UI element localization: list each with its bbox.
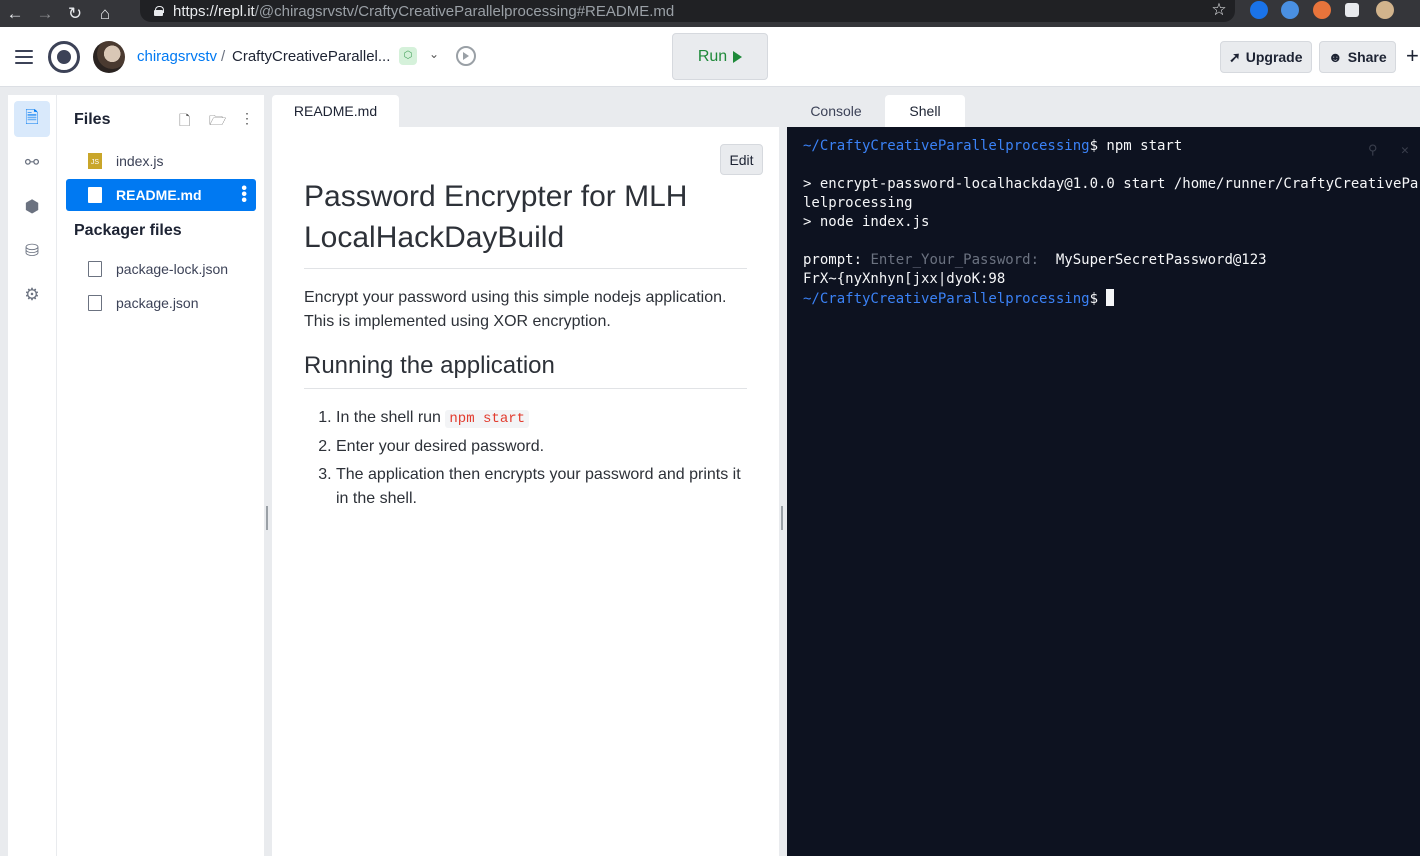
url-host: https://repl.it: [173, 2, 255, 20]
file-item-package-json[interactable]: package.json: [66, 287, 256, 319]
reload-icon[interactable]: ↻: [60, 0, 90, 27]
file-name: index.js: [116, 153, 164, 169]
nodejs-icon[interactable]: ⬡: [399, 47, 417, 65]
file-item-index-js[interactable]: JS index.js: [66, 145, 256, 177]
packager-files-title: Packager files: [74, 222, 182, 239]
tab-readme[interactable]: README.md: [272, 95, 399, 127]
list-item: The application then encrypts your passw…: [336, 463, 747, 511]
share-button[interactable]: ☻ Share: [1319, 41, 1396, 73]
terminal-line: ~/CraftyCreativeParallelprocessing$: [803, 289, 1115, 309]
back-icon[interactable]: ←: [0, 0, 30, 27]
file-item-package-lock[interactable]: package-lock.json: [66, 253, 256, 285]
puzzle-extensions-icon[interactable]: [1345, 3, 1359, 17]
forward-icon[interactable]: →: [30, 0, 60, 27]
tab-console[interactable]: Console: [787, 95, 885, 127]
list-item: Enter your desired password.: [336, 435, 747, 459]
rocket-icon: ➚: [1229, 48, 1241, 65]
edit-button[interactable]: Edit: [720, 144, 763, 175]
js-file-icon: JS: [88, 153, 102, 169]
terminal-search-icon[interactable]: ⚲ ✕: [1368, 141, 1409, 160]
inline-code: npm start: [445, 410, 530, 428]
terminal-line: ~/CraftyCreativeParallelprocessing$ npm …: [803, 138, 1183, 154]
steps-list: In the shell run npm start Enter your de…: [304, 406, 747, 511]
add-icon[interactable]: +: [1406, 43, 1419, 69]
workspace-header: chiragsrvstv / CraftyCreativeParallel...…: [0, 27, 1420, 87]
files-panel: Files 🗋 🗁 ⋮ JS index.js README.md • • • Pa…: [57, 95, 264, 856]
readme-paragraph: Encrypt your password using this simple …: [304, 289, 727, 330]
packages-icon[interactable]: ⬢: [14, 189, 50, 225]
terminal-line: > encrypt-password-localhackday@1.0.0 st…: [803, 176, 1420, 192]
lock-icon: [154, 6, 164, 16]
profile-avatar-icon[interactable]: [1376, 1, 1394, 19]
markdown-content: Password Encrypter for MLH LocalHackDayB…: [304, 176, 747, 515]
share-label: Share: [1347, 49, 1387, 65]
upgrade-button[interactable]: ➚ Upgrade: [1220, 41, 1312, 73]
terminal-line: prompt: Enter_Your_Password: MySuperSecr…: [803, 252, 1267, 268]
bookmark-star-icon[interactable]: ☆: [1209, 0, 1229, 20]
browser-toolbar: ← → ↻ ⌂ https://repl.it/@chiragsrvstv/Cr…: [0, 0, 1420, 27]
file-name: README.md: [116, 187, 202, 203]
menu-icon[interactable]: [15, 50, 33, 64]
file-item-readme[interactable]: README.md • • •: [66, 179, 256, 211]
url-path: /@chiragsrvstv/CraftyCreativeParallelpro…: [254, 2, 675, 20]
username-link[interactable]: chiragsrvstv: [137, 48, 217, 65]
list-item: In the shell run npm start: [336, 406, 747, 431]
version-control-icon[interactable]: ⚯: [14, 145, 50, 181]
file-icon: [88, 187, 102, 203]
file-icon: [88, 295, 102, 311]
settings-gear-icon[interactable]: ⚙: [14, 277, 50, 313]
terminal-cursor: [1106, 289, 1115, 306]
file-name: package-lock.json: [116, 261, 229, 277]
pane-resize-handle[interactable]: [781, 506, 783, 530]
terminal-line: FrX~{nyXnhyn[jxx|dyoK:98: [803, 271, 1006, 287]
replit-logo[interactable]: [48, 41, 80, 73]
user-avatar[interactable]: [93, 41, 125, 73]
extension-icon[interactable]: [1250, 1, 1268, 19]
add-file-icon[interactable]: 🗋: [179, 110, 190, 134]
extension-icon[interactable]: [1313, 1, 1331, 19]
more-options-icon[interactable]: ⋮: [240, 110, 254, 127]
files-title: Files: [74, 111, 111, 128]
add-user-icon: ☻: [1328, 49, 1343, 65]
breadcrumb-separator: /: [221, 48, 226, 65]
file-menu-icon[interactable]: • • •: [241, 181, 247, 209]
sidebar-rail: 🗎 ⚯ ⬢ ⛁ ⚙: [8, 95, 56, 856]
address-bar[interactable]: https://repl.it/@chiragsrvstv/CraftyCrea…: [140, 0, 1235, 22]
upgrade-label: Upgrade: [1245, 49, 1303, 65]
home-icon[interactable]: ⌂: [90, 0, 120, 27]
shell-terminal[interactable]: ⚲ ✕ ~/CraftyCreativeParallelprocessing$ …: [787, 127, 1420, 856]
readme-subheading: Running the application: [304, 352, 747, 389]
database-icon[interactable]: ⛁: [14, 233, 50, 269]
file-name: package.json: [116, 295, 199, 311]
repl-name[interactable]: CraftyCreativeParallel...: [232, 48, 390, 65]
history-icon[interactable]: [456, 46, 476, 66]
run-label: Run: [697, 47, 728, 65]
files-icon[interactable]: 🗎: [14, 101, 50, 137]
add-folder-icon[interactable]: 🗁: [209, 110, 226, 134]
pane-resize-handle[interactable]: [266, 506, 268, 530]
play-icon: [733, 50, 743, 63]
terminal-line: lelprocessing: [803, 195, 913, 211]
terminal-line: > node index.js: [803, 214, 930, 230]
file-icon: [88, 261, 102, 277]
chevron-down-icon[interactable]: ⌄: [429, 47, 439, 61]
tab-shell[interactable]: Shell: [885, 95, 965, 127]
readme-preview: Edit Password Encrypter for MLH LocalHac…: [272, 127, 779, 856]
run-button[interactable]: Run: [672, 33, 768, 80]
readme-heading: Password Encrypter for MLH LocalHackDayB…: [304, 176, 747, 269]
extension-icon[interactable]: [1281, 1, 1299, 19]
